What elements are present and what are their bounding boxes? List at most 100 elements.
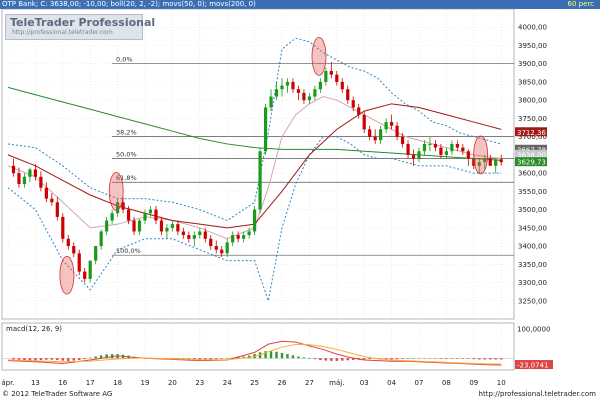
candle-body xyxy=(209,238,213,247)
candle-body xyxy=(181,231,185,236)
fibonacci-label: 0,0% xyxy=(116,56,133,64)
macd-histogram-bar xyxy=(324,358,328,361)
x-tick-label: 17 xyxy=(86,379,95,387)
candle-body xyxy=(214,246,218,250)
candle-body xyxy=(192,235,196,239)
y-tick-label: 3950,00 xyxy=(518,42,547,50)
candle-body xyxy=(247,231,251,236)
candle-body xyxy=(33,169,37,177)
candle-body xyxy=(296,89,301,93)
price-tag-label: 3712,36 xyxy=(517,129,546,137)
copyright-text: © 2012 TeleTrader Software AG xyxy=(2,390,113,398)
macd-histogram-bar xyxy=(72,358,75,361)
macd-histogram-bar xyxy=(461,358,465,359)
macd-histogram-bar xyxy=(445,358,448,359)
macd-histogram-bar xyxy=(215,358,218,360)
footer: © 2012 TeleTrader Software AG http://pro… xyxy=(0,389,600,400)
macd-y-tick-label: -23,0741 xyxy=(517,362,548,370)
candle-body xyxy=(236,235,240,239)
macd-histogram-bar xyxy=(269,351,273,359)
macd-histogram-bar xyxy=(483,358,486,360)
candle-body xyxy=(428,143,432,145)
price-tag-label: 3629,73 xyxy=(517,159,546,167)
candle-body xyxy=(411,154,416,159)
candle-body xyxy=(307,96,311,101)
macd-histogram-bar xyxy=(412,358,415,359)
macd-histogram-bar xyxy=(89,357,92,359)
macd-histogram-bar xyxy=(330,358,333,361)
candle-body xyxy=(154,209,158,221)
x-tick-label: 03 xyxy=(360,379,369,387)
candle-body xyxy=(488,158,492,166)
candle-body xyxy=(291,81,295,90)
y-tick-label: 3850,00 xyxy=(518,78,547,86)
macd-y-tick-label: 100,0000 xyxy=(517,325,550,333)
candle-body xyxy=(132,220,136,232)
candle-body xyxy=(126,209,131,221)
candle-body xyxy=(110,213,114,221)
chart-window: OTP Bank; C: 3638,00; -10,00; boll(20, 2… xyxy=(0,0,600,400)
y-tick-label: 3250,00 xyxy=(518,297,547,305)
candle-body xyxy=(422,143,427,152)
macd-histogram-bar xyxy=(275,351,278,359)
candle-body xyxy=(269,96,273,108)
candle-body xyxy=(444,151,448,155)
y-tick-label: 3550,00 xyxy=(518,188,547,196)
x-tick-label: 19 xyxy=(141,379,150,387)
candle-body xyxy=(94,246,98,261)
candle-body xyxy=(439,147,443,155)
candle-body xyxy=(466,151,470,159)
x-tick-label: 20 xyxy=(168,379,177,387)
highlight-ellipse xyxy=(311,37,327,76)
candle-body xyxy=(44,187,48,199)
candle-body xyxy=(88,260,92,279)
footer-url[interactable]: http://professional.teletrader.com xyxy=(479,390,596,398)
macd-histogram-bar xyxy=(286,354,289,359)
y-tick-label: 3600,00 xyxy=(518,170,547,178)
macd-histogram-bar xyxy=(61,358,64,361)
candle-body xyxy=(72,246,76,254)
price-plot-frame xyxy=(1,8,515,320)
macd-histogram-bar xyxy=(456,358,459,359)
macd-histogram-bar xyxy=(390,358,393,360)
candle-body xyxy=(242,235,246,239)
candle-body xyxy=(400,136,405,144)
candle-body xyxy=(335,74,339,82)
macd-histogram-bar xyxy=(39,358,43,361)
candle-body xyxy=(417,151,421,159)
x-tick-label: 24 xyxy=(223,379,232,387)
candle-body xyxy=(368,129,372,137)
macd-histogram-bar xyxy=(319,358,322,361)
candle-body xyxy=(390,122,394,126)
x-tick-label: máj. xyxy=(329,379,344,387)
candle-body xyxy=(165,227,169,232)
candle-body xyxy=(225,242,229,254)
candle-body xyxy=(461,147,465,152)
x-tick-label: 04 xyxy=(387,379,396,387)
y-tick-label: 3800,00 xyxy=(518,97,547,105)
logo-url: http://professional.teletrader.com xyxy=(12,29,113,36)
macd-histogram-bar xyxy=(472,358,475,360)
highlight-ellipse xyxy=(108,171,124,211)
macd-histogram-bar xyxy=(500,358,503,360)
candle-body xyxy=(50,198,54,203)
macd-histogram-bar xyxy=(67,358,70,361)
candle-body xyxy=(379,129,383,141)
macd-histogram-bar xyxy=(17,358,21,360)
macd-histogram-bar xyxy=(94,356,97,359)
y-tick-label: 3300,00 xyxy=(518,279,547,287)
macd-histogram-bar xyxy=(45,358,48,360)
x-tick-label: 23 xyxy=(195,379,204,387)
macd-histogram-bar xyxy=(83,358,86,360)
logo-name: TeleTrader Professional xyxy=(10,16,156,29)
price-chart[interactable]: 3250,00 3300,00 3350,00 3400,00 3450,00 3500,… xyxy=(0,0,600,389)
candle-body xyxy=(406,143,410,155)
candle-body xyxy=(302,92,306,101)
candle-body xyxy=(450,143,454,152)
x-tick-label: 18 xyxy=(113,379,122,387)
candle-body xyxy=(231,235,235,243)
x-tick-label: 26 xyxy=(278,379,287,387)
candle-body xyxy=(170,224,174,228)
y-tick-label: 3750,00 xyxy=(518,115,547,123)
y-tick-label: 3500,00 xyxy=(518,206,547,214)
